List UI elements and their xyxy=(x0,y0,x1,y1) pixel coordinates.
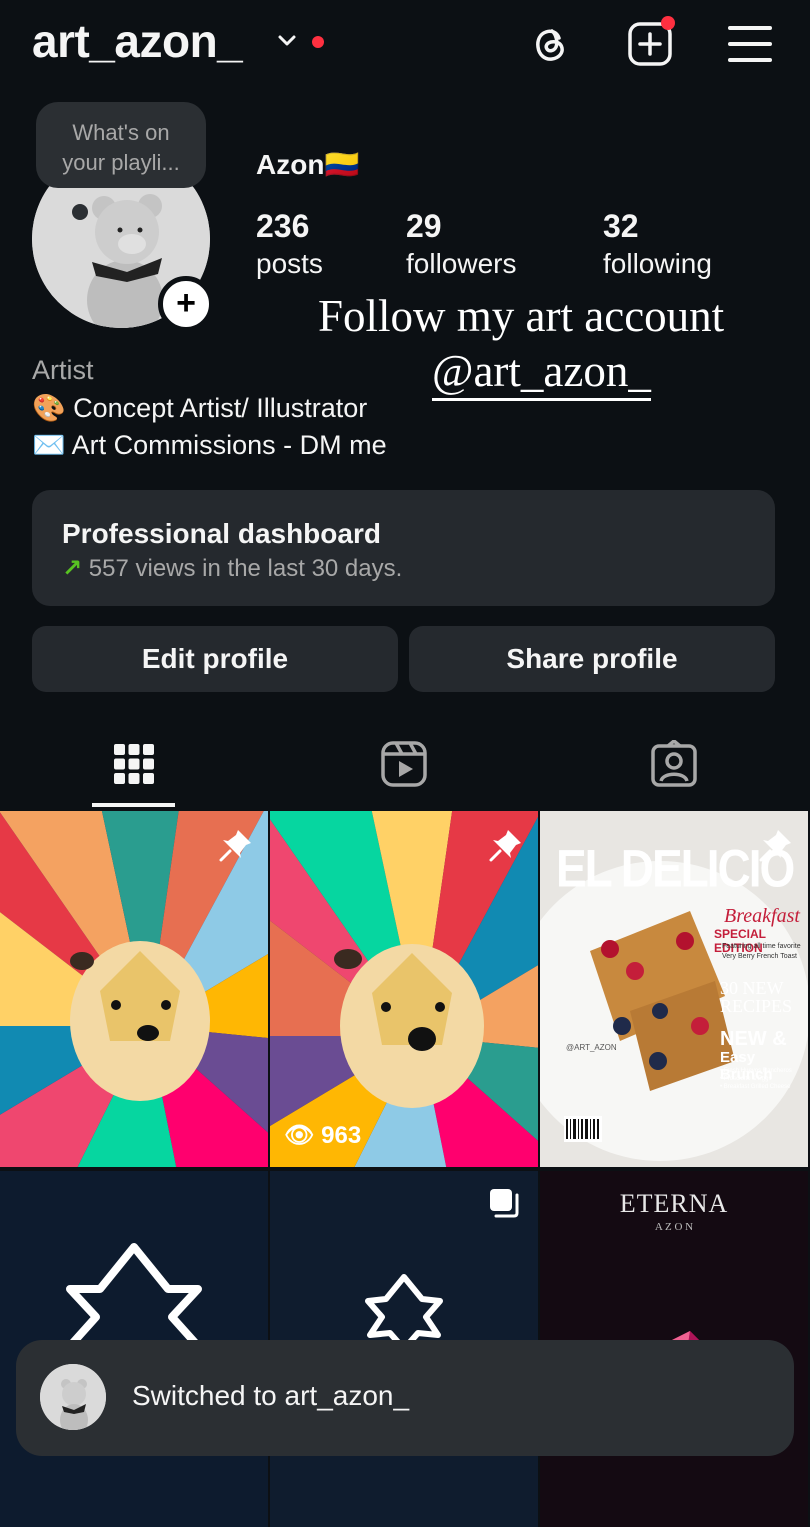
hedgehog-artwork-image xyxy=(0,811,268,1167)
followers-count[interactable]: 29 xyxy=(406,208,442,245)
pin-icon xyxy=(219,830,251,862)
following-label[interactable]: following xyxy=(603,248,712,280)
threads-icon[interactable] xyxy=(526,20,574,68)
envelope-icon: ✉️ xyxy=(32,430,66,460)
bio-line-1: 🎨 Concept Artist/ Illustrator xyxy=(32,393,368,423)
dashboard-title: Professional dashboard xyxy=(62,518,381,549)
cover-bullets: • Fresh Huevos Rancheros • Prosciutto & E… xyxy=(720,1068,792,1090)
note-bubble[interactable]: What's on your playli... xyxy=(36,102,206,188)
display-name: Azon🇨🇴 xyxy=(256,149,360,180)
view-count: 👁 963 xyxy=(284,1122,362,1149)
share-profile-button[interactable]: Share profile xyxy=(409,626,775,692)
trend-up-icon: ↗ xyxy=(62,555,83,582)
eye-icon: 👁 xyxy=(284,1122,315,1149)
cover-small-1: Featuring all time favorite xyxy=(722,943,801,950)
colombia-flag-icon: 🇨🇴 xyxy=(324,149,360,180)
eterna-title: ETERNA xyxy=(619,1189,729,1218)
cover-handle: @ART_AZON xyxy=(566,1043,617,1052)
cover-small-2: Very Berry French Toast xyxy=(722,953,797,960)
edit-profile-button[interactable]: Edit profile xyxy=(32,626,398,692)
cover-recipes: 30 NEW RECIPES xyxy=(720,978,793,1016)
grid-post-2[interactable]: 👁 963 xyxy=(270,811,538,1167)
tagged-icon[interactable] xyxy=(650,740,698,788)
overlay-handle-link[interactable]: @art_azon_ xyxy=(432,346,651,401)
grid-icon[interactable] xyxy=(110,740,158,788)
note-text: What's on your playli... xyxy=(62,120,180,175)
cover-special: SPECIAL EDITION xyxy=(714,927,766,955)
grid-post-1[interactable] xyxy=(0,811,268,1167)
palette-icon: 🎨 xyxy=(32,393,66,423)
account-username[interactable]: art_azon_ xyxy=(32,14,243,68)
account-switched-toast: Switched to art_azon_ xyxy=(16,1340,794,1456)
followers-label[interactable]: followers xyxy=(406,248,516,280)
cover-new: NEW & xyxy=(720,1028,787,1050)
bio-line-2: ✉️ Art Commissions - DM me xyxy=(32,430,387,460)
toast-avatar xyxy=(40,1364,106,1430)
create-notification-dot xyxy=(661,16,675,30)
eterna-subtitle: A Z O N xyxy=(654,1221,694,1233)
bio-category: Artist xyxy=(32,355,94,385)
cover-breakfast: Breakfast xyxy=(724,905,800,927)
note-bubble-tail xyxy=(72,204,88,220)
carousel-icon xyxy=(490,1189,519,1218)
chevron-down-icon[interactable] xyxy=(276,30,298,52)
reels-icon[interactable] xyxy=(380,740,428,788)
toast-message: Switched to art_azon_ xyxy=(132,1380,410,1411)
dashboard-subtitle: ↗ 557 views in the last 30 days. xyxy=(62,555,403,582)
notification-dot xyxy=(312,36,324,48)
active-tab-indicator xyxy=(92,803,175,807)
grid-post-3[interactable]: EL DELICIO Breakfast SPECIAL EDITION Fea… xyxy=(540,811,808,1167)
posts-count[interactable]: 236 xyxy=(256,208,309,245)
posts-label[interactable]: posts xyxy=(256,248,323,280)
overlay-follow-text: Follow my art account xyxy=(318,291,725,341)
add-story-button[interactable]: + xyxy=(158,276,214,332)
hedgehog-artwork-image xyxy=(270,811,538,1167)
menu-icon[interactable] xyxy=(726,20,774,68)
pin-icon xyxy=(489,830,521,862)
following-count[interactable]: 32 xyxy=(603,208,639,245)
professional-dashboard-card[interactable]: Professional dashboard ↗ 557 views in th… xyxy=(32,490,775,606)
pin-icon xyxy=(759,830,791,862)
